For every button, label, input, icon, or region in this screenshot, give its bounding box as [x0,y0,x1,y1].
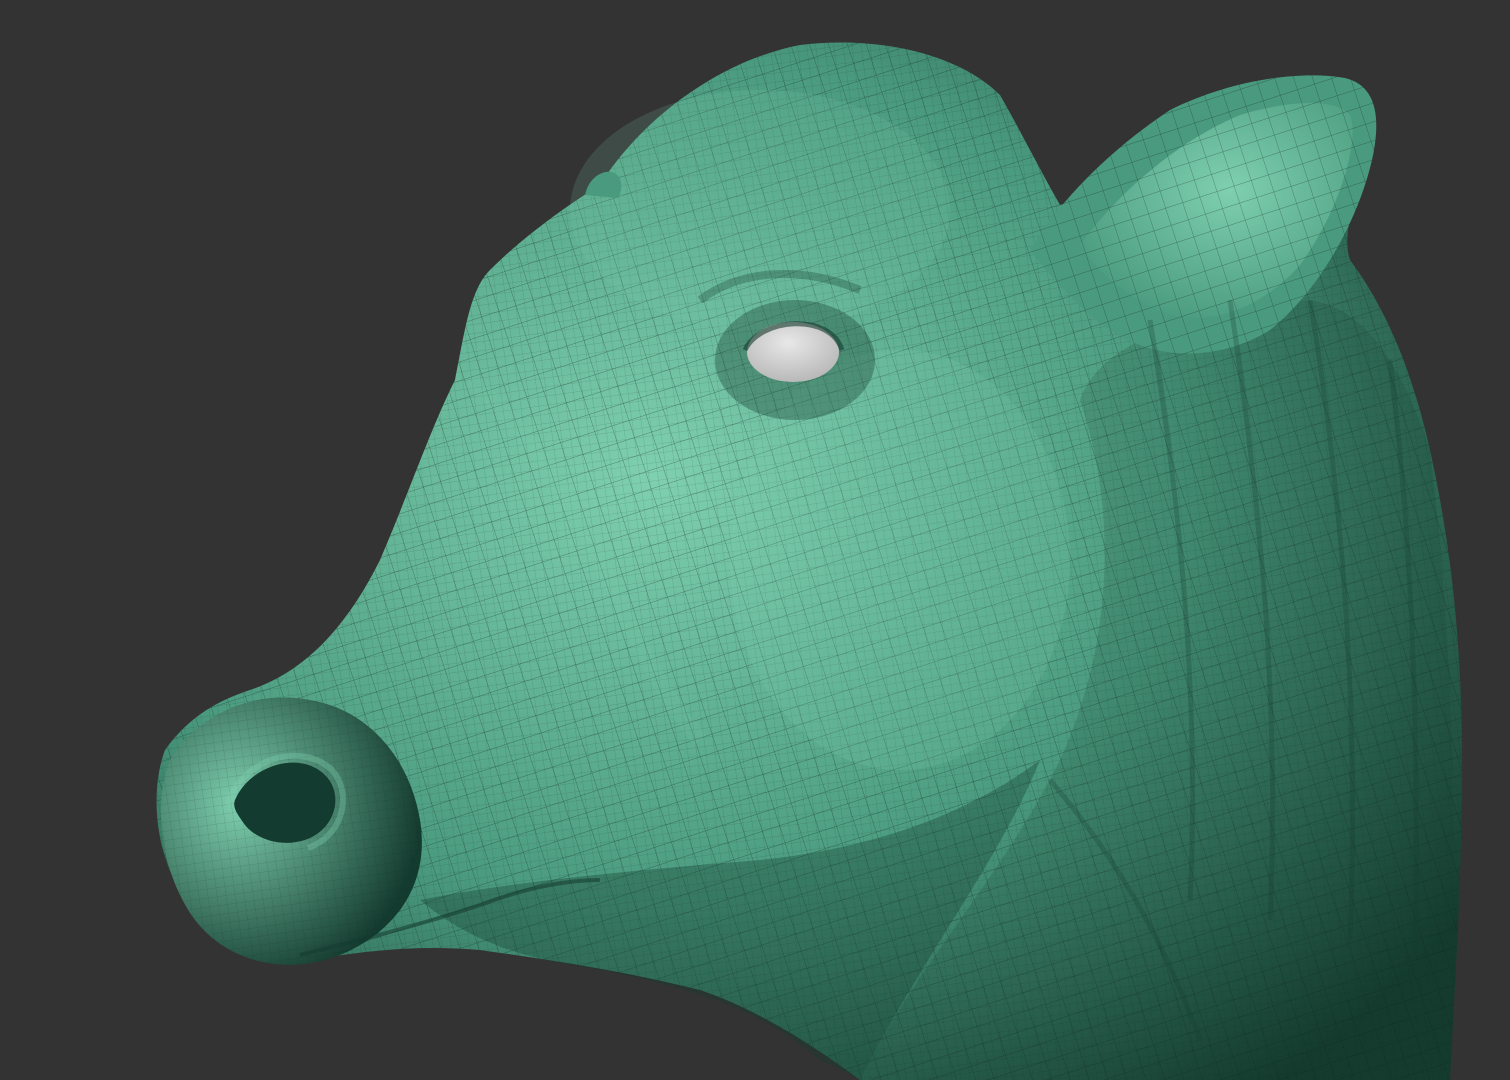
3d-viewport[interactable] [0,0,1510,1080]
sculpt-render [0,0,1510,1080]
forehead-highlight [570,90,950,330]
